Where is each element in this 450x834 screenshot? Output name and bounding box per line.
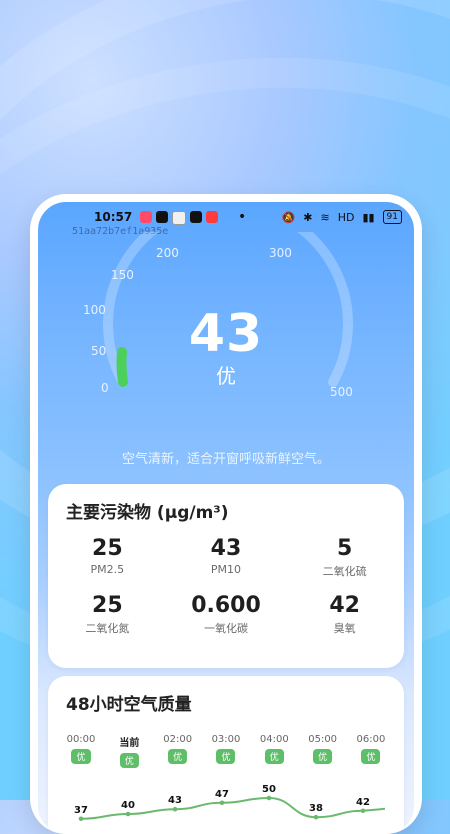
aqi-value: 43 [188, 304, 264, 364]
status-bar: 10:57 • 🔕 ✱ ≋ HD ▮▮ 91 [38, 208, 414, 228]
metric-label: 臭氧 [333, 622, 356, 635]
metric-label: 二氧化硫 [322, 565, 367, 578]
tiktok-icon [190, 211, 202, 223]
hour-time: 00:00 [66, 734, 96, 745]
app-screen: 10:57 • 🔕 ✱ ≋ HD ▮▮ 91 51aa72b7ef1a935e [38, 202, 414, 834]
hour-time-current: 当前 [119, 738, 140, 749]
hour-item: 05:00 优 [300, 734, 346, 768]
hour-level-badge: 优 [119, 753, 139, 768]
hour-level-badge: 优 [313, 749, 333, 764]
aqi-point-label: 50 [262, 784, 276, 795]
hour-time: 06:00 [356, 734, 386, 745]
tiktok-icon [156, 211, 168, 223]
hourly-row: 00:00 优 当前 优 02:00 优 03:00 优 04:00 优 05:… [48, 734, 404, 768]
aqi-point [125, 811, 131, 817]
hour-item: 当前 优 [106, 734, 152, 768]
hour-time: 02:00 [163, 734, 193, 745]
status-right: 🔕 ✱ ≋ HD ▮▮ 91 [282, 210, 402, 224]
aqi-point [172, 806, 178, 812]
aqi-point [313, 814, 319, 820]
music-app-icon [140, 211, 152, 223]
bluetooth-icon: ✱ [303, 210, 313, 224]
hour-level-badge: 优 [71, 749, 91, 764]
wifi-icon: ≋ [320, 210, 330, 224]
aqi-point-label: 43 [168, 795, 182, 806]
metric-pm10: 43 PM10 [167, 536, 286, 579]
pollutant-card: 主要污染物 (μg/m³) 25 PM2.5 43 PM10 5 二氧化硫 25… [48, 484, 404, 668]
hour-item: 06:00 优 [348, 734, 394, 768]
status-app-icons [140, 211, 218, 225]
phone-mockup: 10:57 • 🔕 ✱ ≋ HD ▮▮ 91 51aa72b7ef1a935e [30, 194, 422, 834]
hour-item: 04:00 优 [251, 734, 297, 768]
pollutant-card-title: 主要污染物 (μg/m³) [66, 503, 229, 523]
gauge-label-300: 300 [269, 246, 292, 260]
status-dot: • [238, 209, 247, 225]
hour-time: 03:00 [211, 734, 241, 745]
status-time: 10:57 [94, 210, 133, 224]
aqi-line-chart: 37 40 43 47 50 38 42 [74, 784, 386, 822]
aqi-point-label: 47 [215, 789, 229, 800]
metric-pm25: 25 PM2.5 [48, 536, 167, 579]
hour-level-badge: 优 [264, 749, 284, 764]
aqi-point [360, 808, 366, 814]
hour-time: 04:00 [259, 734, 289, 745]
aqi-point-label: 42 [356, 797, 370, 808]
aqi-point-label: 40 [121, 800, 135, 811]
metric-o3: 42 臭氧 [285, 593, 404, 636]
red-app-icon [206, 211, 218, 223]
metric-value: 42 [329, 593, 360, 618]
metric-no2: 25 二氧化氮 [48, 593, 167, 636]
air-advice: 空气清新，适合开窗呼吸新鲜空气。 [121, 452, 330, 467]
metric-so2: 5 二氧化硫 [285, 536, 404, 579]
aqi-level: 优 [216, 364, 236, 388]
metric-value: 25 [92, 536, 123, 561]
hour-level-badge: 优 [168, 749, 188, 764]
hour-item: 02:00 优 [155, 734, 201, 768]
gauge-label-200: 200 [156, 246, 179, 260]
battery-indicator: 91 [382, 210, 402, 224]
signal-icon: ▮▮ [362, 210, 375, 224]
network-type: HD [337, 210, 355, 224]
metric-co: 0.600 一氧化碳 [167, 593, 286, 636]
message-icon [172, 211, 186, 225]
metric-label: 二氧化氮 [85, 622, 130, 635]
air-quality-48h-card: 48小时空气质量 00:00 优 当前 优 02:00 优 03:00 优 04… [48, 676, 404, 834]
metric-value: 0.600 [191, 593, 261, 618]
aqi-point-label: 38 [309, 803, 323, 814]
gauge-label-150: 150 [111, 268, 134, 282]
aqi-point [78, 816, 84, 822]
air-quality-48h-title: 48小时空气质量 [66, 695, 192, 715]
aqi-point-label: 37 [74, 805, 88, 816]
mute-icon: 🔕 [281, 210, 296, 224]
aqi-point [219, 800, 225, 806]
hour-time: 05:00 [308, 734, 338, 745]
metric-label: PM2.5 [90, 563, 125, 576]
metric-value: 5 [337, 536, 353, 561]
metric-value: 25 [92, 593, 123, 618]
hour-item: 00:00 优 [58, 734, 104, 768]
hour-level-badge: 优 [361, 749, 381, 764]
hour-level-badge: 优 [216, 749, 236, 764]
metric-label: 一氧化碳 [203, 622, 248, 635]
metric-label: PM10 [210, 563, 242, 576]
metric-value: 43 [210, 536, 242, 561]
hour-item: 03:00 优 [203, 734, 249, 768]
pollutant-grid: 25 PM2.5 43 PM10 5 二氧化硫 25 二氧化氮 0.600 一氧… [48, 536, 404, 636]
